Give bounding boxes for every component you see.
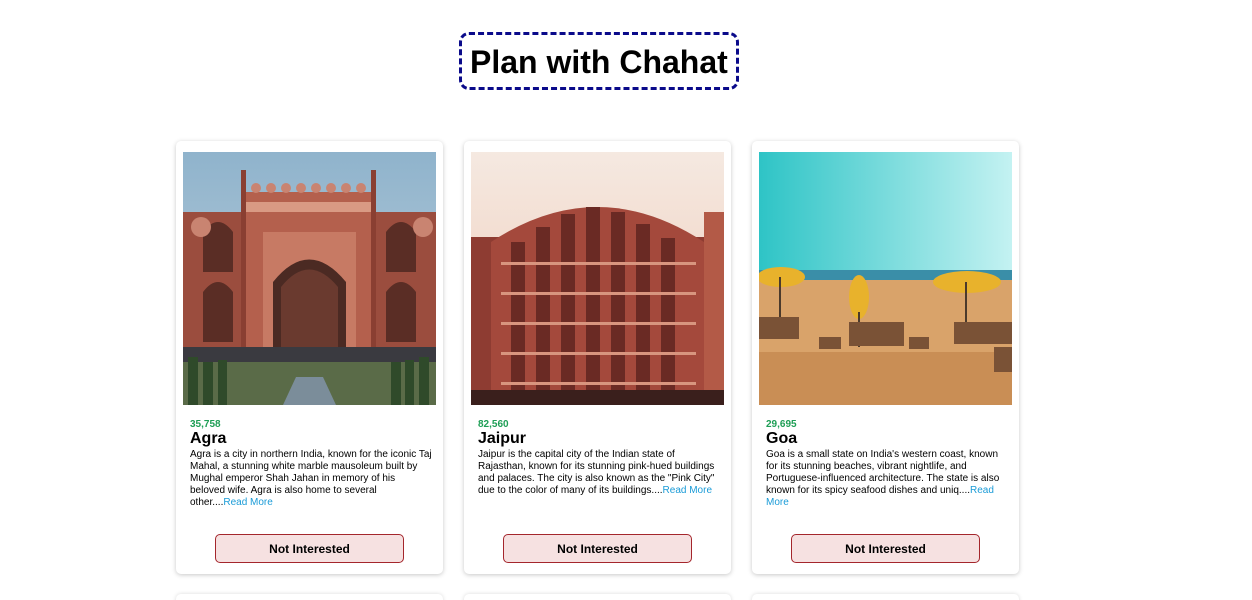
tour-image-agra bbox=[183, 152, 436, 405]
tour-info-text: Goa is a small state on India's western … bbox=[766, 449, 1000, 496]
beach-umbrellas-photo bbox=[759, 152, 1012, 405]
page: Plan with Chahat 35,758 Agra Agra is a c… bbox=[0, 0, 1252, 600]
tour-name: Agra bbox=[190, 430, 227, 447]
tour-card-partial bbox=[752, 594, 1019, 600]
not-interested-button[interactable]: Not Interested bbox=[791, 534, 980, 563]
tour-image-jaipur bbox=[471, 152, 724, 405]
tour-card: 35,758 Agra Agra is a city in northern I… bbox=[176, 141, 443, 574]
tour-card: 29,695 Goa Goa is a small state on India… bbox=[752, 141, 1019, 574]
read-more-link[interactable]: Read More bbox=[223, 497, 272, 508]
tour-list: 35,758 Agra Agra is a city in northern I… bbox=[176, 141, 1019, 574]
tour-price: 82,560 bbox=[478, 419, 509, 430]
read-more-link[interactable]: Read More bbox=[663, 485, 712, 496]
not-interested-button[interactable]: Not Interested bbox=[215, 534, 404, 563]
next-row-cards bbox=[176, 594, 1019, 600]
tour-card-partial bbox=[464, 594, 731, 600]
hawa-mahal-palace-photo bbox=[471, 152, 724, 405]
tour-name: Goa bbox=[766, 430, 798, 447]
tour-info: Agra is a city in northern India, known … bbox=[190, 449, 432, 509]
tour-card-partial bbox=[176, 594, 443, 600]
red-sandstone-gateway-photo bbox=[183, 152, 436, 405]
tour-info: Jaipur is the capital city of the Indian… bbox=[478, 449, 720, 497]
tour-price: 29,695 bbox=[766, 419, 797, 430]
tour-price: 35,758 bbox=[190, 419, 221, 430]
tour-info: Goa is a small state on India's western … bbox=[766, 449, 1008, 509]
page-title: Plan with Chahat bbox=[459, 32, 739, 90]
tour-card: 82,560 Jaipur Jaipur is the capital city… bbox=[464, 141, 731, 574]
tour-image-goa bbox=[759, 152, 1012, 405]
title-wrap: Plan with Chahat bbox=[459, 32, 739, 90]
tour-name: Jaipur bbox=[478, 430, 527, 447]
not-interested-button[interactable]: Not Interested bbox=[503, 534, 692, 563]
